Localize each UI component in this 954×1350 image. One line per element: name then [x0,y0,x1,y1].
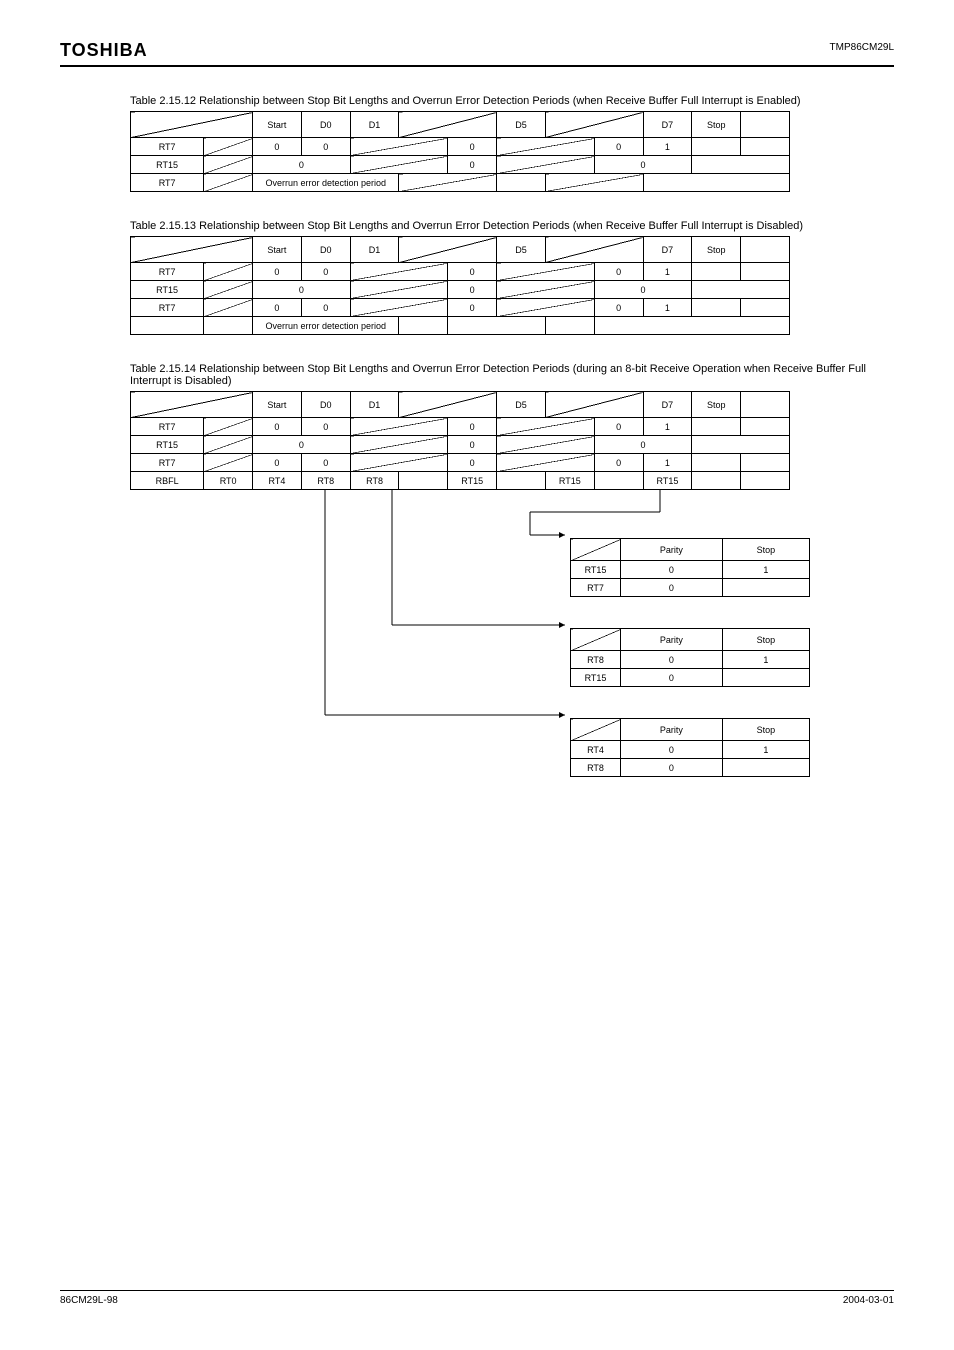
doc-id: TMP86CM29L [830,42,894,53]
mini-table-3: ParityStop RT401 RT80 [570,718,810,777]
table-c: Start D0 D1 D5 D7 Stop RT7 00 0 01 RT15 … [130,391,790,490]
brand-logo: TOSHIBA [60,40,148,60]
mini-table-2: ParityStop RT801 RT150 [570,628,810,687]
table-a: Start D0 D1 D5 D7 Stop RT7 00 0 01 RT15 … [130,111,790,192]
footer-page-id: 86CM29L-98 [60,1295,118,1306]
table-a-caption: Table 2.15.12 Relationship between Stop … [130,95,894,107]
table-b: Start D0 D1 D5 D7 Stop RT7 00 0 01 RT15 … [130,236,790,335]
footer-date: 2004-03-01 [843,1295,894,1306]
table-b-caption: Table 2.15.13 Relationship between Stop … [130,220,894,232]
subtables-area: ParityStop RT1501 RT70 ParityStop RT801 … [130,490,894,850]
page-footer: 86CM29L-98 2004-03-01 [60,1290,894,1306]
table-c-caption: Table 2.15.14 Relationship between Stop … [130,363,894,387]
mini-table-1: ParityStop RT1501 RT70 [570,538,810,597]
